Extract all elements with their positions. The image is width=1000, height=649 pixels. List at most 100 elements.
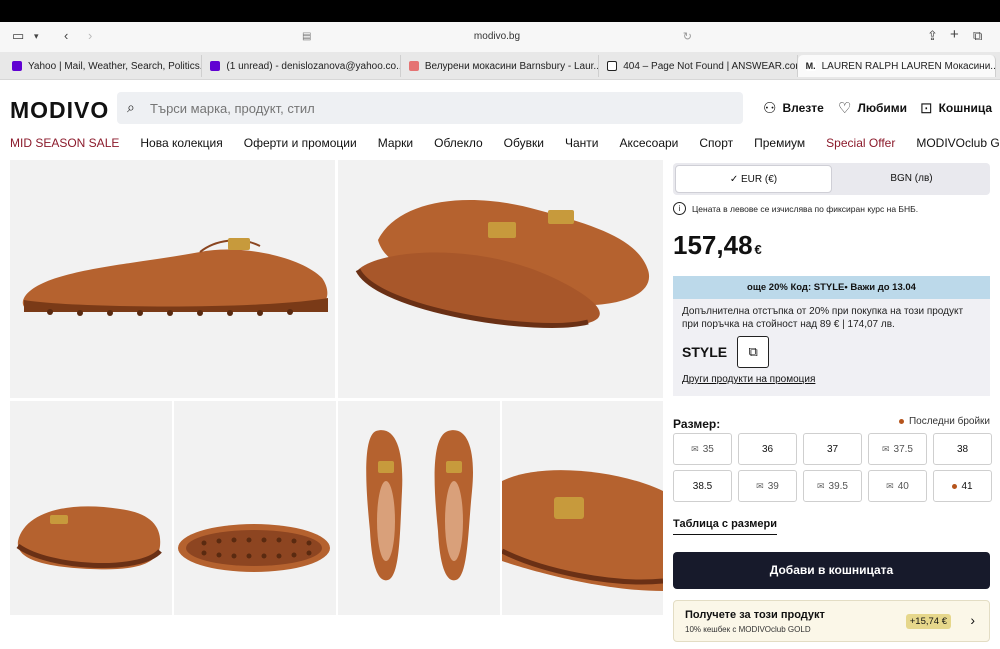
envelope-icon: ✉ [756,480,764,491]
login-label: Влезте [782,101,824,115]
tab-yahoo-mail[interactable]: (1 unread) - denislozanova@yahoo.co.... [202,55,401,77]
size-option[interactable]: ✉ 35 [673,433,732,465]
tab-strip: Yahoo | Mail, Weather, Search, Politics.… [0,52,1000,80]
loafer-angle-illustration [355,200,650,328]
size-option[interactable]: ✉ 39 [738,470,797,502]
size-option[interactable]: ✉ 39.5 [803,470,862,502]
add-to-cart-button[interactable]: Добави в кошницата [673,552,990,589]
nav-bags[interactable]: Чанти [565,136,599,150]
main-nav: MID SEASON SALE Нова колекция Оферти и п… [0,131,1000,155]
size-header: Размер: Последни бройки [673,415,990,433]
site-logo[interactable]: MODIVO [10,97,109,124]
cart-link[interactable]: ⊡ Кошница [920,99,992,117]
size-value: 39.5 [828,480,848,492]
currency-switch: ✓ EUR (€) BGN (лв) [673,163,990,195]
currency-bgn[interactable]: BGN (лв) [833,165,990,193]
login-link[interactable]: ⚇ Влезте [763,99,824,117]
size-option[interactable]: 41 [933,470,992,502]
nav-premium[interactable]: Премиум [754,136,805,150]
yahoo-favicon-icon [12,61,22,71]
product-image-top[interactable] [338,401,500,615]
size-option[interactable]: 38.5 [673,470,732,502]
product-image-side[interactable] [10,160,335,398]
tab-yahoo[interactable]: Yahoo | Mail, Weather, Search, Politics.… [4,55,203,77]
address-bar[interactable]: ▤ modivo.bg ↻ [292,26,702,48]
promo-code-row: STYLE ⧉ [682,336,770,368]
club-cashback-banner[interactable]: Получете за този продукт 10% кешбек с MO… [673,600,990,642]
last-pieces-legend: Последни бройки [898,416,990,427]
plus-icon[interactable]: + [950,26,959,43]
product-gallery [10,160,663,615]
tab-title: LAUREN RALPH LAUREN Мокасини... [821,60,997,72]
back-icon[interactable]: ‹ [64,28,68,43]
copy-code-button[interactable]: ⧉ [737,336,770,368]
bag-icon: ⊡ [920,100,933,117]
favorites-link[interactable]: ♡ Любими [838,99,907,117]
tab-barnsbury[interactable]: Велурени мокасини Barnsbury - Laur... [401,55,600,77]
size-chart-link[interactable]: Таблица с размери [673,518,777,535]
reload-icon[interactable]: ↻ [683,26,692,48]
tab-title: 404 – Page Not Found | ANSWEAR.com [623,60,798,72]
size-value: 38 [956,443,969,455]
currency-eur[interactable]: ✓ EUR (€) [675,165,832,193]
last-pieces-dot [898,419,904,424]
price-value: 157,48 [673,230,753,260]
product-image-sole[interactable] [174,401,336,615]
envelope-icon: ✉ [881,443,890,454]
nav-clothing[interactable]: Облекло [434,136,483,150]
promo-products-link[interactable]: Други продукти на промоция [682,374,815,385]
nav-offers[interactable]: Оферти и промоции [244,136,357,150]
search-box[interactable]: ⌕ [117,92,743,124]
product-price: 157,48 € [673,230,762,261]
size-value: 40 [897,480,909,492]
size-value: 35 [702,443,714,455]
loafer-sole-illustration [178,524,330,572]
tab-answear[interactable]: 404 – Page Not Found | ANSWEAR.com [599,55,798,77]
modivo-favicon-icon: M. [805,61,816,71]
nav-mid-season-sale[interactable]: MID SEASON SALE [10,136,119,150]
nav-brands[interactable]: Марки [378,136,413,150]
tabs-icon[interactable]: ⧉ [973,28,982,44]
share-icon[interactable]: ⇪ [927,28,938,44]
sidebar-icon[interactable]: ▭ [12,28,24,44]
mail-favicon-icon [210,61,221,71]
tab-title: (1 unread) - denislozanova@yahoo.co.... [226,60,401,72]
page-menu-icon[interactable]: ▤ [302,26,311,48]
currency-info: i Цената в левове се изчислява по фиксир… [673,202,918,215]
size-value: 39 [767,480,779,492]
nav-new-collection[interactable]: Нова колекция [140,136,222,150]
nav-shoes[interactable]: Обувки [504,136,544,150]
size-option[interactable]: 36 [738,433,797,465]
url-text: modivo.bg [473,31,521,42]
product-image-angle[interactable] [338,160,663,398]
nav-accessories[interactable]: Аксесоари [619,136,678,150]
nav-sport[interactable]: Спорт [699,136,733,150]
loafer-top-illustration [366,430,473,581]
promo-code: STYLE [682,344,728,360]
product-image-detail[interactable] [502,401,663,615]
shop-favicon-icon [408,61,419,71]
nav-special-offer[interactable]: Special Offer [826,136,895,150]
search-input[interactable] [150,92,710,124]
heart-icon: ♡ [838,100,852,117]
forward-icon[interactable]: › [88,28,92,43]
site-header: MODIVO ⌕ ⚇ Влезте ♡ Любими ⊡ Кошница [0,81,1000,131]
size-option[interactable]: 38 [933,433,992,465]
loafer-back-illustration [16,506,162,570]
size-value: 37.5 [893,443,913,455]
size-option[interactable]: ✉ 37.5 [868,433,927,465]
size-value: 38.5 [692,480,713,492]
info-icon: i [673,202,686,215]
envelope-icon: ✉ [816,480,825,491]
size-value: 37 [826,443,839,455]
nav-modivoclub-gold[interactable]: MODIVOclub GOLD [916,136,1000,150]
currency-info-text: Цената в левове се изчислява по фиксиран… [692,203,919,214]
size-option[interactable]: ✉ 40 [868,470,927,502]
cashback-badge: +15,74 € [905,614,951,629]
size-option[interactable]: 37 [803,433,862,465]
chevron-down-icon[interactable]: ▾ [34,31,39,42]
last-pieces-dot [952,483,958,489]
product-image-back[interactable] [10,401,172,615]
tab-modivo-active[interactable]: M. LAUREN RALPH LAUREN Мокасини... [797,55,997,77]
last-pieces-text: Последни бройки [908,416,990,427]
